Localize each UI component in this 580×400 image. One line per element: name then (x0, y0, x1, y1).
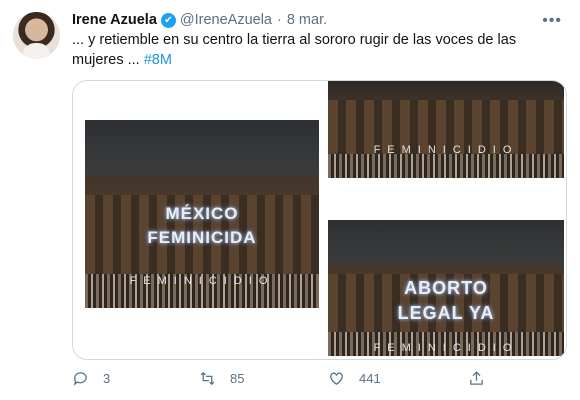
reply-icon (73, 372, 87, 386)
separator: · (277, 12, 282, 28)
tweet-date[interactable]: 8 mar. (287, 12, 327, 28)
action-bar: 3 85 441 (72, 370, 492, 390)
tweet-body: ... y retiemble en su centro la tierra a… (72, 32, 517, 68)
like-count: 441 (359, 371, 381, 386)
retweet-button[interactable]: 85 (199, 370, 244, 387)
reply-count: 3 (103, 371, 111, 386)
media-grid: MÉXICO FEMINICIDA FEMINICIDIO FEMINICIDI… (72, 80, 567, 360)
share-button[interactable] (468, 370, 499, 387)
banner-text: FEMINICIDIO (373, 342, 519, 354)
hashtag-link[interactable]: #8M (144, 52, 172, 68)
share-icon (470, 371, 483, 385)
photo-palacio-aborto-legal[interactable]: ABORTO LEGAL YA FEMINICIDIO (328, 220, 564, 356)
verified-badge-icon: ✔ (160, 12, 176, 28)
banner-text: FEMINICIDIO (373, 144, 519, 156)
projection-line2: LEGAL YA (397, 303, 495, 323)
tweet: Irene Azuela ✔ @IreneAzuela · 8 mar. •••… (0, 0, 580, 400)
like-button[interactable]: 441 (328, 370, 381, 387)
projection-line2: FEMINICIDA (147, 228, 257, 247)
heart-icon (330, 372, 343, 385)
retweet-count: 85 (230, 371, 245, 386)
projection-line1: ABORTO (404, 278, 488, 298)
projection-line1: MÉXICO (165, 204, 239, 223)
avatar[interactable] (13, 12, 60, 59)
reply-button[interactable]: 3 (72, 370, 110, 387)
photo-palacio-banner[interactable]: FEMINICIDIO (328, 81, 564, 178)
author-name[interactable]: Irene Azuela (72, 12, 157, 28)
tweet-text: ... y retiemble en su centro la tierra a… (72, 31, 558, 70)
photo-palacio-mexico-feminicida[interactable]: MÉXICO FEMINICIDA FEMINICIDIO (85, 120, 319, 308)
more-icon[interactable]: ••• (542, 12, 562, 30)
banner-text: FEMINICIDIO (129, 275, 275, 287)
retweet-icon (200, 371, 215, 386)
tweet-header: Irene Azuela ✔ @IreneAzuela · 8 mar. (72, 11, 327, 29)
author-handle[interactable]: @IreneAzuela (180, 12, 272, 28)
